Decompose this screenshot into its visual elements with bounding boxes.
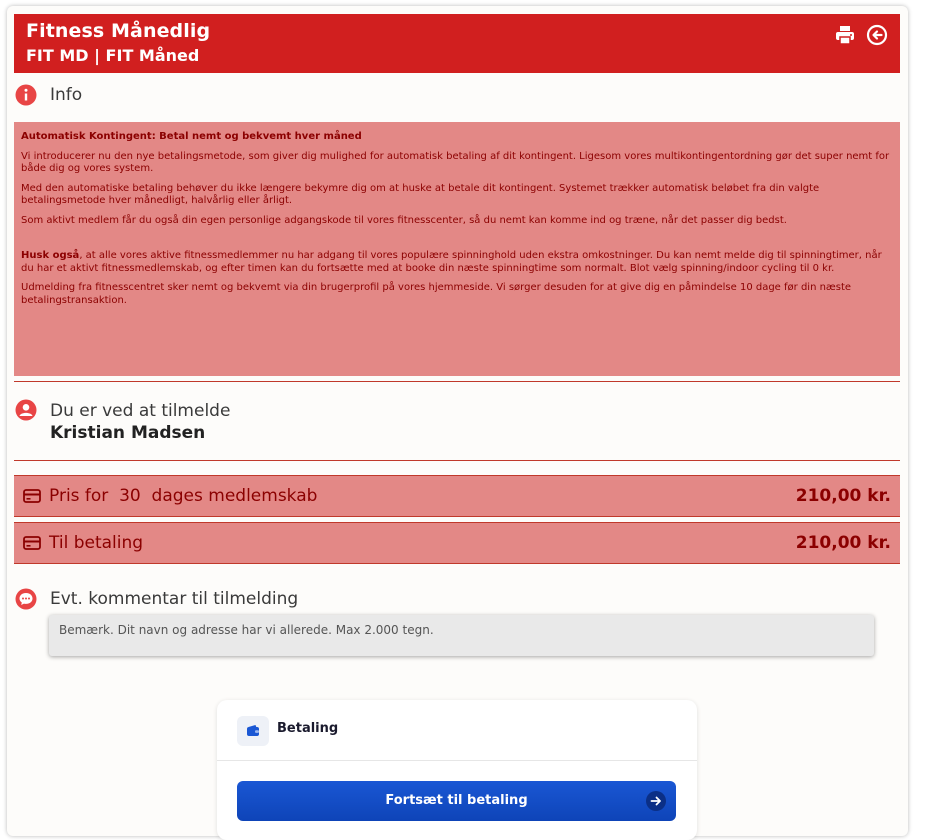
total-label: Til betaling [49,533,144,553]
divider [14,381,900,382]
total-row: Til betaling 210,00 kr. [14,522,900,564]
comment-field[interactable] [49,615,874,656]
info-label: Info [50,85,83,105]
info-heading: Automatisk Kontingent: Betal nemt og bek… [21,131,362,142]
comment-label: Evt. kommentar til tilmelding [50,589,299,609]
wallet-icon [237,716,269,746]
arrow-right-icon [646,791,666,811]
membership-price-row: Pris for 30 dages medlemskab 210,00 kr. [14,475,900,517]
info-paragraph-3: Som aktivt medlem får du også din egen p… [21,214,787,226]
info-paragraph-2: Med den automatiske betaling behøver du … [21,182,820,207]
continue-to-payment-label: Fortsæt til betaling [385,793,528,808]
info-box: Automatisk Kontingent: Betal nemt og bek… [14,122,900,376]
continue-to-payment-button[interactable]: Fortsæt til betaling [237,781,676,821]
info-paragraph-5: Udmelding fra fitnesscentret sker nemt o… [21,282,852,306]
divider [217,760,697,761]
page-subtitle: FIT MD | FIT Måned [26,46,200,65]
info-paragraph-1: Vi introducerer nu den nye betalingsmeto… [21,150,890,175]
info-paragraph-4: Husk også, at alle vores aktive fitnessm… [21,250,893,275]
info-icon [15,84,37,106]
registration-label: Du er ved at tilmelde [50,401,231,421]
back-arrow-circle-icon[interactable] [866,24,888,46]
chat-bubble-icon [15,588,37,610]
membership-price-label: Pris for 30 dages medlemskab [49,486,318,506]
page-header: Fitness Månedlig FIT MD | FIT Måned [14,14,900,73]
member-name: Kristian Madsen [50,423,206,443]
user-icon [15,399,37,421]
payment-title: Betaling [277,721,339,736]
credit-card-icon [23,488,41,504]
printer-icon[interactable] [834,24,856,46]
info-paragraph-4-text: , at alle vores aktive fitnessmedlemmer … [21,250,882,274]
credit-card-icon [23,535,41,551]
membership-price-amount: 210,00 kr. [795,486,891,506]
page-title: Fitness Månedlig [26,20,211,42]
payment-card: Betaling Fortsæt til betaling [217,700,697,840]
divider [14,460,900,461]
info-paragraph-4-bold: Husk også [21,250,80,261]
total-amount: 210,00 kr. [795,533,891,553]
